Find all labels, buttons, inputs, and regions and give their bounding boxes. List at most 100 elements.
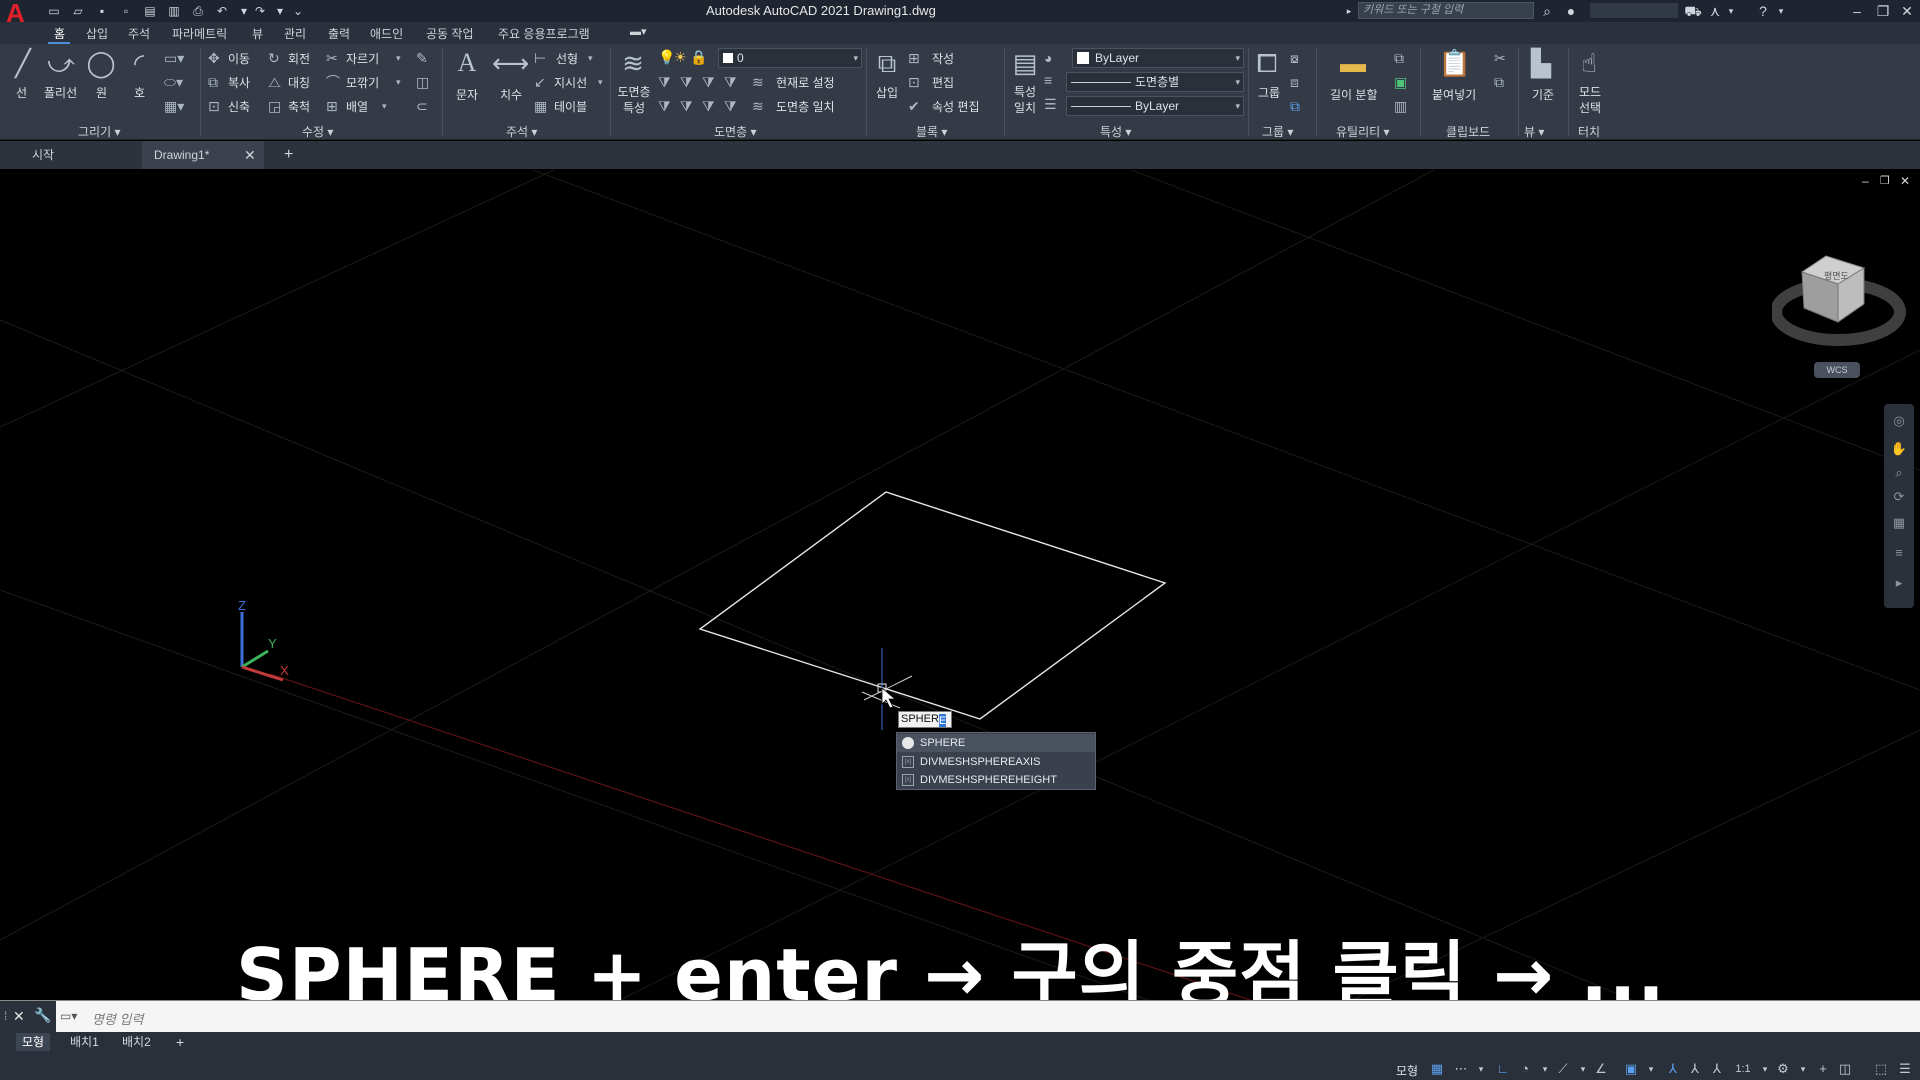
command-line[interactable]: ⁞ ✕ 🔧 ▭▾ 명령 입력 [0,1000,1920,1033]
edit-block-button[interactable]: 편집 [932,74,954,91]
scale-button[interactable]: 축척 [288,98,310,115]
auto-scale-icon[interactable]: ⅄ [1686,1060,1704,1078]
mirror-icon[interactable]: ⧍ [268,74,281,90]
save-icon[interactable]: ▪ [94,3,110,19]
layer-on-icon[interactable]: 💡 [658,49,675,65]
tab-insert[interactable]: 삽입 [86,25,108,42]
redo-dropdown-icon[interactable]: ▾ [272,3,288,19]
object-snap-tracking-icon[interactable]: ∠ [1592,1060,1610,1078]
insert-block-icon[interactable]: ⧉ [870,48,904,78]
create-block-icon[interactable]: ⊞ [908,50,920,66]
touch-hand-icon[interactable]: ☝ [1572,48,1606,78]
search-icon[interactable]: ⌕ [1538,2,1556,20]
suggestion-divmeshsphereaxis[interactable]: [x] DIVMESHSPHEREAXIS [897,753,1095,771]
fillet-icon[interactable]: ⌒ [326,74,340,90]
cart-icon[interactable]: ⛟ [1684,2,1702,20]
match-layer-icon[interactable]: ≋ [752,98,764,114]
tab-addins[interactable]: 애드인 [370,25,403,42]
copy-clip-icon[interactable]: ⧉ [1494,74,1504,90]
leader-button[interactable]: 지시선 [554,74,587,91]
text-icon[interactable]: A [450,48,484,78]
match-properties-button[interactable]: 특성 일치 [1012,84,1038,116]
circle-icon[interactable]: ◯ [84,48,118,78]
save-as-icon[interactable]: ▫ [118,3,134,19]
text-button[interactable]: 문자 [456,86,478,103]
tab-manage[interactable]: 관리 [284,25,306,42]
tab-parametric[interactable]: 파라메트릭 [172,25,227,42]
user-icon[interactable]: ● [1562,2,1580,20]
annotation-monitor-plus-icon[interactable]: + [1814,1060,1832,1078]
groups-panel-title[interactable]: 그룹 ▾ [1262,123,1293,140]
tab-featured-apps[interactable]: 주요 응용프로그램 [498,25,590,42]
viewcube[interactable]: 평면도 [1772,240,1906,360]
tab-start[interactable]: 시작 [20,141,140,169]
edit-attribute-button[interactable]: 속성 편집 [932,98,980,115]
viewport-close-icon[interactable]: ✕ [1900,174,1910,188]
stretch-button[interactable]: 신축 [228,98,250,115]
minimize-icon[interactable]: – [1848,2,1866,20]
move-button[interactable]: 이동 [228,50,250,67]
scale-dropdown-icon[interactable]: ▾ [1756,1060,1774,1078]
lineweight-dropdown[interactable]: ByLayer ▾ [1066,96,1244,116]
customization-menu-icon[interactable]: ☰ [1896,1060,1914,1078]
rotate-icon[interactable]: ↻ [268,50,280,66]
trim-icon[interactable]: ✂ [326,50,338,66]
layer-tool-icon[interactable]: ⧩ [724,74,737,90]
undo-icon[interactable]: ↶ [214,3,230,19]
paste-icon[interactable]: 📋 [1438,48,1472,78]
measure-button[interactable]: 길이 분할 [1330,86,1378,103]
layer-properties-icon[interactable]: ≋ [616,48,650,78]
group-button[interactable]: 그룹 [1258,84,1280,101]
arc-icon[interactable]: ◜ [122,48,156,78]
undo-dropdown-icon[interactable]: ▾ [236,3,252,19]
annotation-visibility-icon[interactable]: ⅄ [1664,1060,1682,1078]
grip-icon[interactable]: ⁞ [4,1009,7,1023]
plot-icon[interactable]: ⎙ [190,3,206,19]
properties-panel-title[interactable]: 특성 ▾ [1100,123,1131,140]
fillet-dropdown-icon[interactable]: ▾ [396,74,401,90]
calculator-icon[interactable]: ▥ [1394,98,1407,114]
maximize-icon[interactable]: ❐ [1874,2,1892,20]
tab-home[interactable]: 홈 [54,25,65,42]
stretch-icon[interactable]: ⊡ [208,98,220,114]
edit-attribute-icon[interactable]: ✔ [908,98,920,114]
a360-dropdown-icon[interactable]: ▾ [1722,2,1740,20]
recent-commands-icon[interactable]: ▭▾ [60,1009,77,1023]
set-current-icon[interactable]: ≋ [752,74,764,90]
insert-block-button[interactable]: 삽입 [876,84,898,101]
open-file-icon[interactable]: ▱ [70,3,86,19]
layer-properties-button[interactable]: 도면층 특성 [616,84,652,116]
explode-icon[interactable]: ◫ [416,74,429,90]
annotation-scale-icon[interactable]: ⅄ [1708,1060,1726,1078]
wcs-dropdown[interactable]: WCS [1814,362,1860,378]
block-panel-title[interactable]: 블록 ▾ [916,123,947,140]
linear-dropdown-icon[interactable]: ▾ [588,50,593,66]
drawing-viewport[interactable]: Z Y X – ❐ ✕ 평면도 WCS ◎ ✋ ⌕ ⟳ ▦ ≡ ▸ SPHERE… [0,170,1920,1000]
circle-button[interactable]: 원 [96,84,107,101]
line-button[interactable]: 선 [16,84,27,101]
polar-dropdown-icon[interactable]: ▾ [1536,1060,1554,1078]
mirror-button[interactable]: 대칭 [288,74,310,91]
set-current-button[interactable]: 현재로 설정 [776,74,835,91]
tab-collaborate[interactable]: 공동 작업 [426,25,474,42]
layer-tool-icon[interactable]: ⧩ [658,98,671,114]
edit-block-icon[interactable]: ⊡ [908,74,920,90]
utilities-panel-title[interactable]: 유틸리티 ▾ [1336,123,1390,140]
line-icon[interactable]: ╱ [6,48,40,78]
polyline-button[interactable]: 폴리선 [44,84,77,101]
leader-dropdown-icon[interactable]: ▾ [598,74,603,90]
group-selection-icon[interactable]: ⧉ [1290,98,1300,114]
trim-button[interactable]: 자르기 [346,50,379,67]
array-button[interactable]: 배열 [346,98,368,115]
zoom-icon[interactable]: ⌕ [1890,464,1908,482]
group-icon[interactable]: ⧠ [1250,48,1284,78]
layer-tool-icon[interactable]: ⧩ [680,74,693,90]
layer-tool-icon[interactable]: ⧩ [658,74,671,90]
layers-panel-title[interactable]: 도면층 ▾ [714,123,756,140]
trim-dropdown-icon[interactable]: ▾ [396,50,401,66]
tab-annotate[interactable]: 주석 [128,25,150,42]
scale-icon[interactable]: ◲ [268,98,281,114]
command-input[interactable]: 명령 입력 [92,1009,143,1028]
erase-icon[interactable]: ✎ [416,50,428,66]
customize-toolbar-icon[interactable]: ⌄ [290,3,306,19]
